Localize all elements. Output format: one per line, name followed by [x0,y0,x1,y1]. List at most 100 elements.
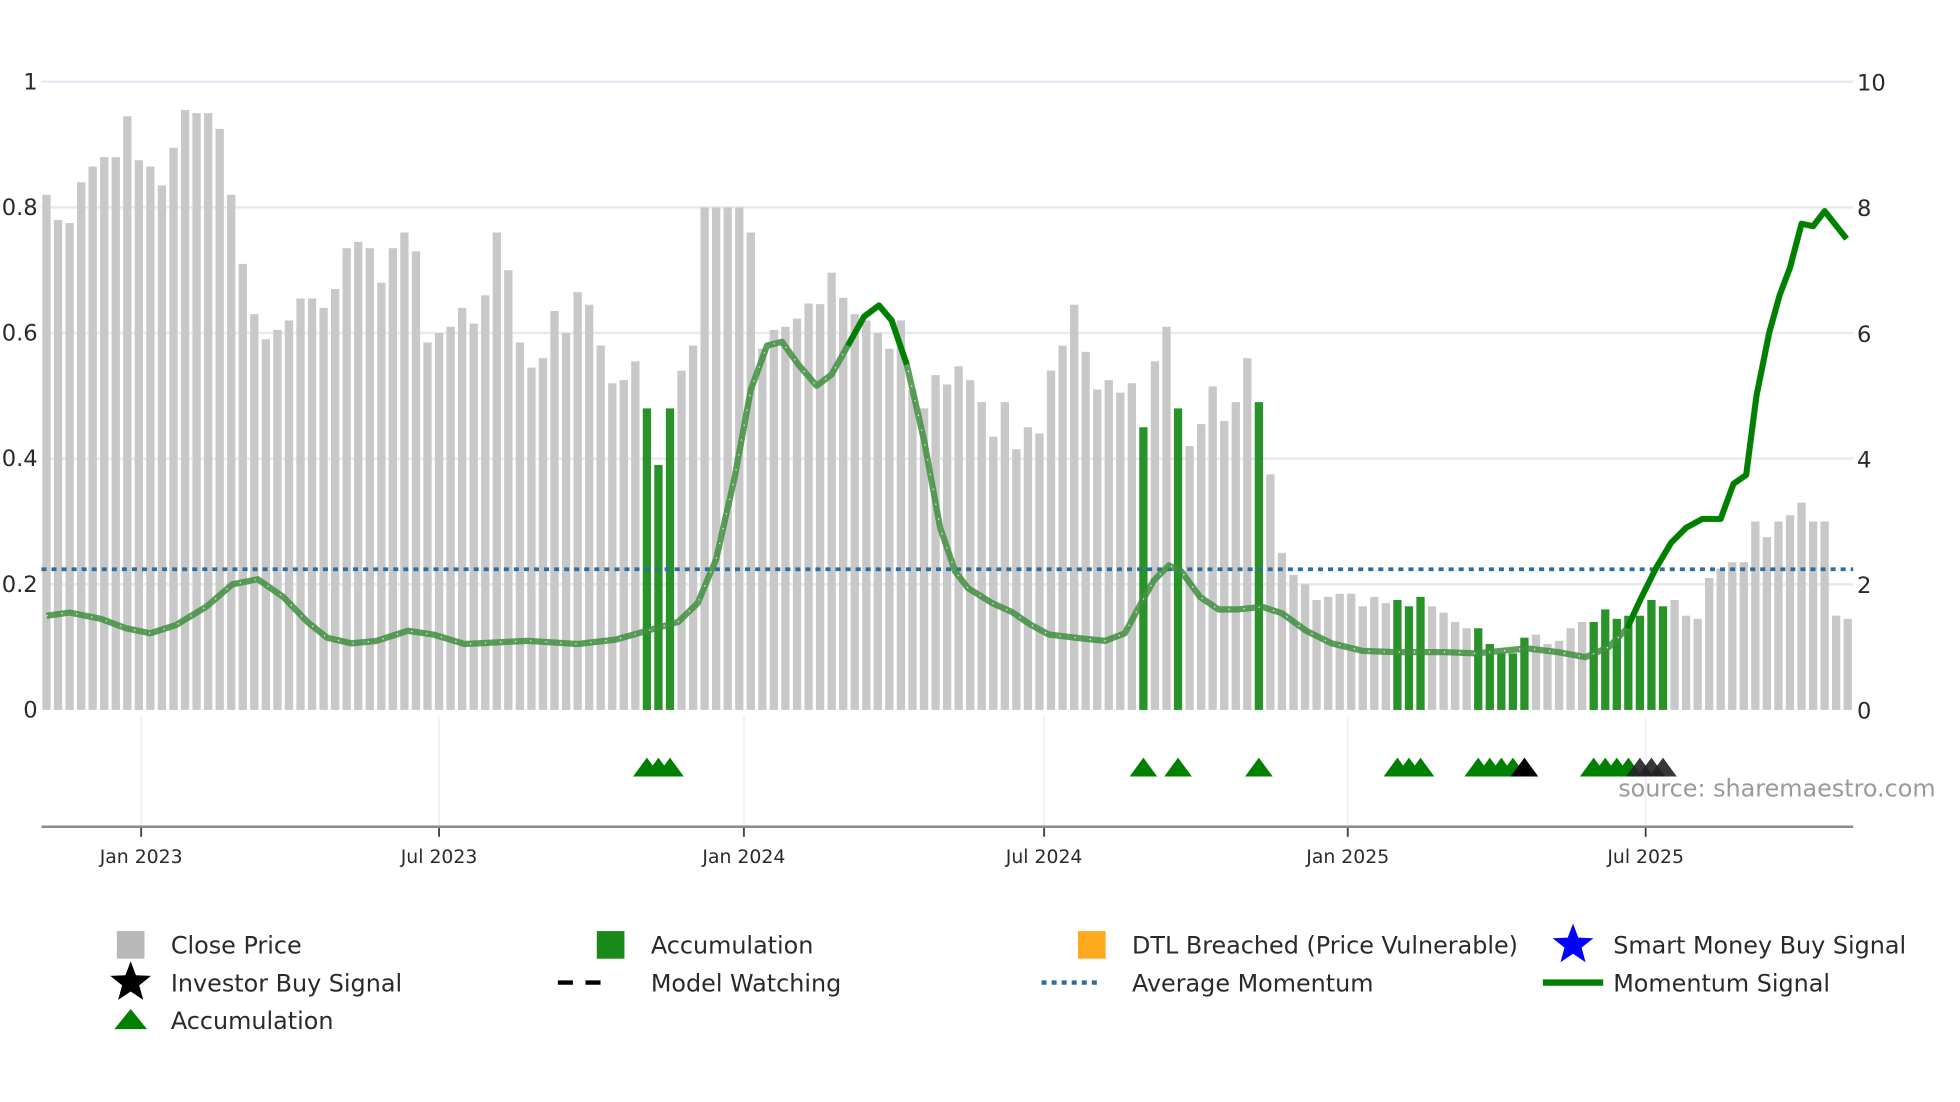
legend-label: DTL Breached (Price Vulnerable) [1132,932,1518,960]
close-price-bar [989,436,998,710]
close-price-bar [1774,521,1783,710]
close-price-bar [1670,600,1679,710]
legend-item: Smart Money Buy Signal [1613,932,1906,960]
close-price-bar [227,194,236,710]
close-price-bar [700,207,709,710]
close-price-bar [712,207,721,710]
close-price-bar [1785,515,1795,710]
close-price-bar [827,272,836,710]
close-price-bar [1000,402,1009,710]
close-price-bar [434,333,444,710]
close-price-bar [1531,634,1541,710]
close-price-bar [573,292,582,710]
close-price-bar [42,194,51,710]
left-axis-tick-label: 0.4 [2,446,38,472]
close-price-bar [1289,574,1298,710]
right-axis-tick-label: 4 [1857,447,1871,473]
accumulation-bar [1497,653,1506,710]
close-price-bar [1046,370,1056,710]
close-price-bar [781,326,790,710]
close-price-bar [1162,326,1171,710]
close-price-bar [146,166,155,710]
close-price-bar [515,342,525,710]
close-price-bar [1716,568,1725,710]
x-axis-tick-label: Jan 2025 [1305,847,1389,868]
close-price-bar [631,361,640,710]
accumulation-bar [1254,402,1264,710]
close-price-bar [769,329,779,710]
close-price-bar [908,389,917,710]
close-price-bar [723,207,732,710]
legend-item: Investor Buy Signal [171,969,402,997]
close-price-bar [1069,304,1079,710]
close-price-bar [954,366,963,710]
close-price-bar [1705,578,1714,710]
close-price-bar [1832,615,1841,710]
right-axis-tick-label: 10 [1857,71,1886,97]
close-price-bar [1127,383,1136,710]
right-axis-tick-label: 6 [1857,322,1871,348]
close-price-bar [966,380,975,710]
close-price-bar [1335,593,1344,710]
x-axis-tick-label: Jan 2023 [99,847,183,868]
close-price-bar [238,263,247,710]
right-axis-tick-label: 8 [1857,196,1871,222]
close-price-bar [1693,618,1702,710]
close-price-bar [411,251,421,710]
accumulation-bar [1404,606,1414,710]
accumulation-bar [654,464,663,710]
close-price-bar [688,345,698,710]
close-price-bar [1566,628,1575,710]
accumulation-marker [1245,757,1273,777]
close-price-bar [619,380,628,710]
close-price-bar [1439,612,1448,710]
x-axis-tick-label: Jul 2024 [1005,847,1083,868]
accumulation-bar [1658,606,1668,710]
right-axis-tick-label: 0 [1857,699,1871,725]
close-price-bar [677,370,686,710]
close-price-bar [1312,600,1321,710]
close-price-bar [1751,521,1760,710]
close-price-bar [1116,392,1125,710]
accumulation-bar [642,408,652,710]
close-price-bar [215,128,224,710]
x-axis-tick-label: Jul 2023 [400,847,478,868]
close-price-bar [273,329,282,710]
close-price-bar [53,219,63,710]
close-price-bar [88,166,97,710]
left-axis-tick-label: 0.6 [2,321,38,347]
close-price-bar [65,223,74,710]
close-price-bar [1358,606,1367,710]
right-axis-tick-label: 2 [1857,573,1871,599]
accumulation-marker [1164,757,1192,777]
close-price-bar [1243,358,1252,710]
close-price-bar [296,298,305,710]
close-price-bar [1728,562,1737,710]
legend-item: Average Momentum [1041,969,1374,997]
close-price-bar [400,232,409,710]
close-price-bar [100,157,109,710]
green-square-icon [596,931,625,959]
close-price-bar [1797,502,1806,710]
close-price-bar [1277,552,1287,710]
legend-item: Model Watching [557,969,841,997]
close-price-bar [873,333,882,710]
close-price-bar [1808,521,1818,710]
close-price-bar [1093,389,1102,710]
close-price-bar [492,232,501,710]
close-price-bar [377,282,386,710]
legend-label: Accumulation [171,1007,334,1035]
close-price-bar [1231,402,1240,710]
close-price-bar [746,232,755,710]
close-price-bar [862,320,871,710]
close-price-bar [550,311,559,710]
signal-markers [633,757,1677,777]
close-price-bar [388,248,398,710]
close-price-bar [1220,420,1229,710]
left-axis-tick-label: 0.8 [2,195,38,221]
momentum-chart: 0 0 0.2 2 0.4 4 0.6 6 0.8 8 1 10 Jan 2023 Jul 2023 Jan… [2,69,1936,1035]
legend-label: Accumulation [651,932,814,960]
close-price-bar [596,345,605,710]
close-price-bar [527,367,536,710]
close-price-bar [331,289,340,710]
